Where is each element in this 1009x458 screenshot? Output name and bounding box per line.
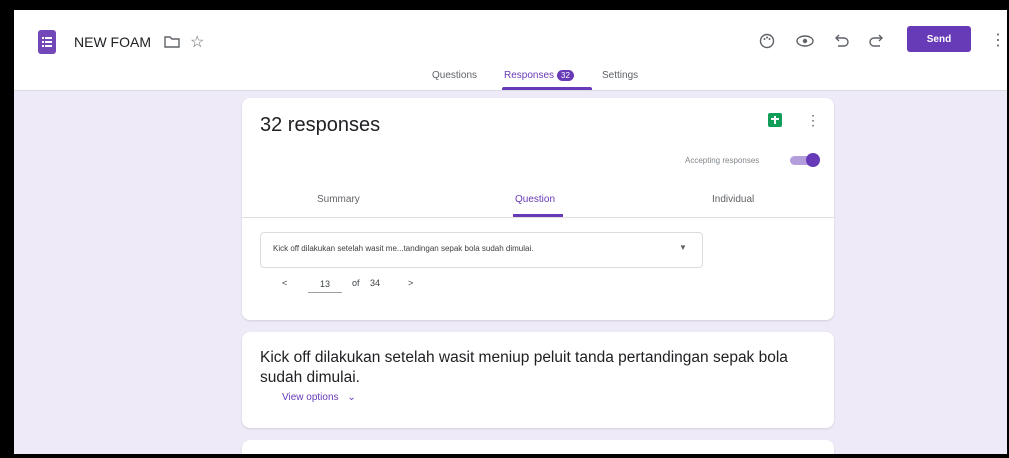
accepting-responses-label: Accepting responses — [685, 156, 760, 165]
tab-responses-label: Responses — [504, 70, 555, 81]
divider — [242, 217, 834, 218]
tab-responses[interactable]: Responses 32 — [504, 70, 574, 81]
forms-lines-icon — [42, 37, 52, 47]
top-bar: NEW FOAM ☆ Send ⋮ Questions Responses 32 … — [14, 10, 1007, 91]
document-title[interactable]: NEW FOAM — [74, 34, 151, 50]
prev-question-icon[interactable]: < — [282, 278, 287, 288]
star-icon[interactable]: ☆ — [190, 32, 204, 52]
redo-icon[interactable] — [866, 30, 888, 52]
dropdown-arrow-icon: ▼ — [679, 243, 687, 252]
responses-summary-card: 32 responses ⋮ Accepting responses Summa… — [242, 98, 834, 320]
question-number-input[interactable]: 13 — [308, 276, 342, 293]
selected-question-text: Kick off dilakukan setelah wasit me...ta… — [273, 244, 534, 253]
responses-count-badge: 32 — [557, 70, 574, 81]
question-text: Kick off dilakukan setelah wasit meniup … — [260, 349, 788, 386]
undo-icon[interactable] — [830, 30, 852, 52]
chevron-down-icon: ⌄ — [347, 392, 356, 403]
app-window: NEW FOAM ☆ Send ⋮ Questions Responses 32 … — [14, 10, 1007, 454]
responses-count-title: 32 responses — [260, 114, 381, 136]
forms-icon[interactable] — [38, 30, 56, 54]
main-tabs: Questions Responses 32 Settings — [14, 68, 1007, 90]
view-options-button[interactable]: View options ⌄ — [282, 392, 356, 403]
preview-icon[interactable] — [794, 30, 816, 52]
pager-of-label: of — [352, 278, 360, 288]
next-response-card — [242, 440, 834, 454]
view-options-label: View options — [282, 392, 339, 403]
active-tab-indicator — [502, 87, 592, 90]
pager-total: 34 — [370, 278, 381, 288]
toggle-knob — [806, 153, 820, 167]
more-vert-icon[interactable]: ⋮ — [990, 30, 1006, 50]
tab-questions[interactable]: Questions — [432, 70, 477, 81]
folder-icon[interactable] — [164, 36, 180, 48]
subtab-question[interactable]: Question — [515, 194, 555, 205]
sheets-icon[interactable] — [768, 113, 782, 127]
send-button[interactable]: Send — [907, 26, 971, 52]
subtab-individual[interactable]: Individual — [712, 194, 754, 205]
more-options-icon[interactable]: ⋮ — [806, 112, 820, 129]
question-card: Kick off dilakukan setelah wasit meniup … — [242, 332, 834, 428]
accepting-responses-toggle[interactable] — [790, 153, 820, 167]
tab-settings[interactable]: Settings — [602, 70, 638, 81]
palette-icon[interactable] — [756, 30, 778, 52]
question-select[interactable]: Kick off dilakukan setelah wasit me...ta… — [260, 232, 703, 268]
subtab-summary[interactable]: Summary — [317, 194, 360, 205]
next-question-icon[interactable]: > — [408, 278, 413, 288]
